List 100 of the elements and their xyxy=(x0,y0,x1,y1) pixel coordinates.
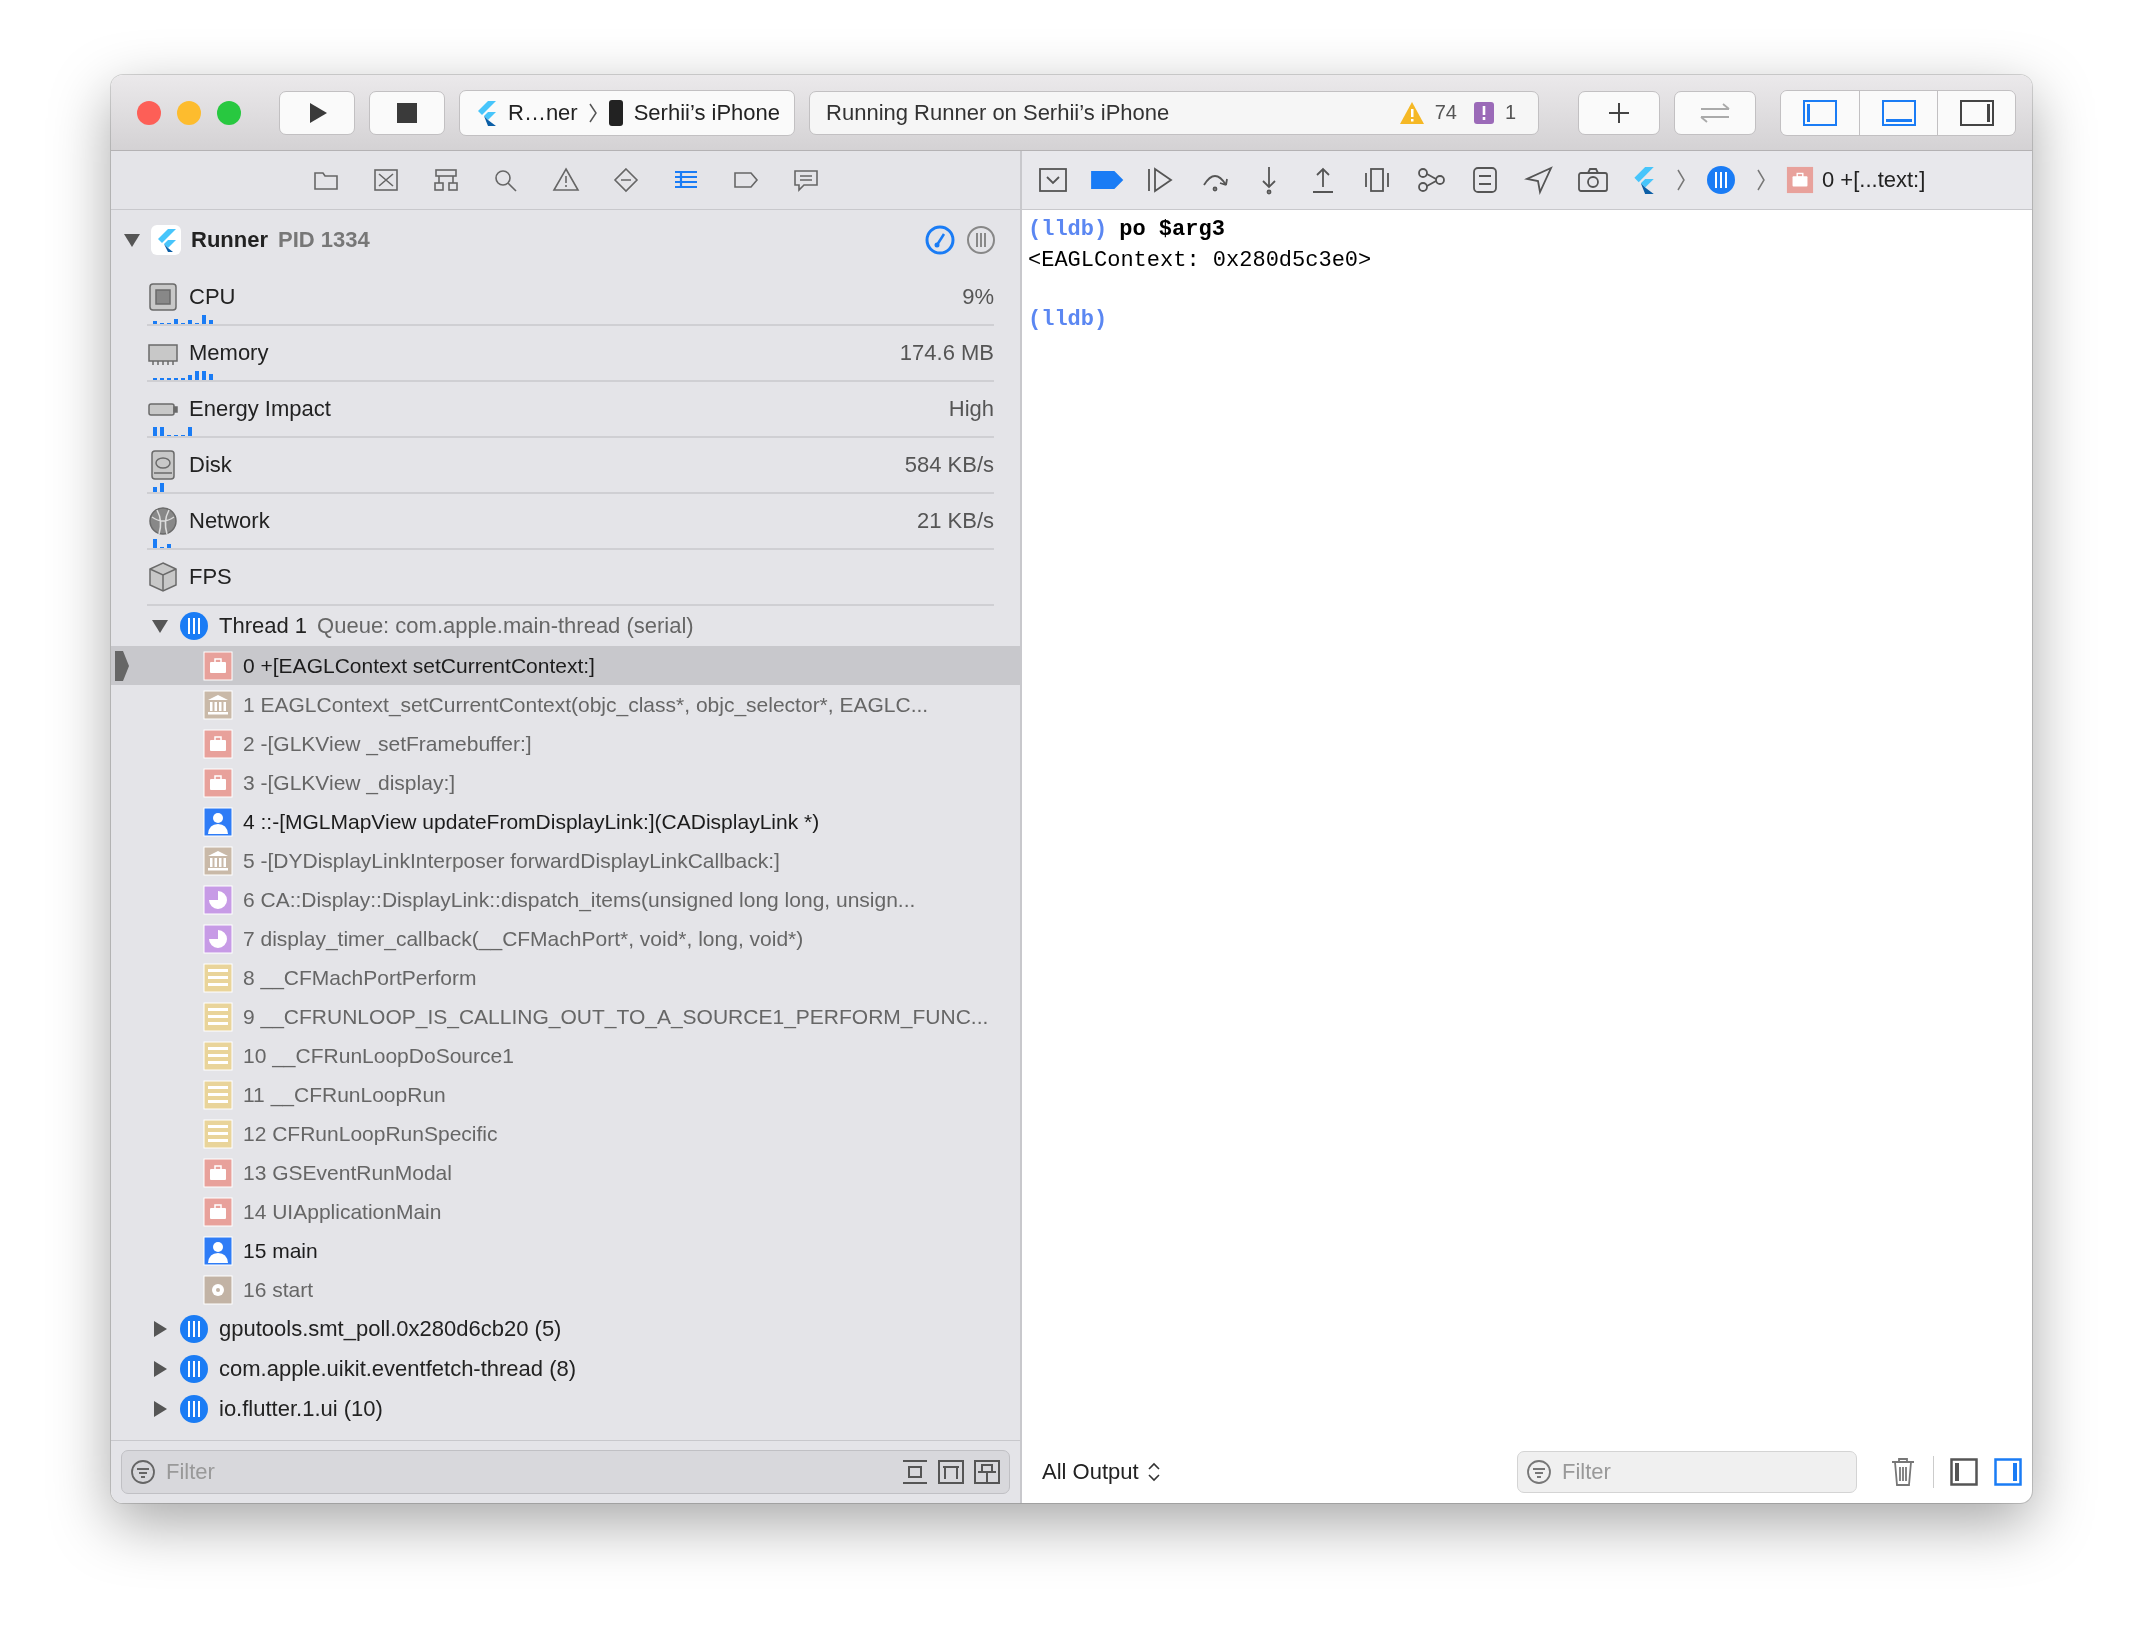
stack-frame-row[interactable]: 6 CA::Display::DisplayLink::dispatch_items(unsigned long long, unsign... xyxy=(111,880,1020,919)
navigator-tab[interactable] xyxy=(791,167,820,193)
gauge-row[interactable]: CPU 9% xyxy=(147,270,994,326)
comment-icon xyxy=(791,167,820,193)
frame-name: 13 GSEventRunModal xyxy=(243,1160,452,1185)
diamond-icon xyxy=(611,167,640,193)
frame-name: 11 __CFRunLoopRun xyxy=(243,1082,446,1107)
thread-icon xyxy=(179,1394,209,1424)
panel-layout-icon xyxy=(1881,99,1916,126)
stack-frame-row[interactable]: 14 UIApplicationMain xyxy=(111,1192,1020,1231)
warning-icon xyxy=(1398,100,1425,125)
gauge-row[interactable]: FPS xyxy=(147,550,994,606)
panel-toggle-button[interactable] xyxy=(1859,90,1937,135)
stack-frame-row[interactable]: 3 -[GLKView _display:] xyxy=(111,763,1020,802)
stack-frame-row[interactable]: 10 __CFRunLoopDoSource1 xyxy=(111,1036,1020,1075)
gauge-value: 9% xyxy=(962,284,994,310)
filter-field[interactable]: Filter xyxy=(121,1450,1010,1494)
output-selector[interactable]: All Output xyxy=(1042,1459,1161,1485)
stack-frame-row[interactable]: 16 start xyxy=(111,1270,1020,1309)
collapsed-triangle-icon[interactable] xyxy=(151,1360,169,1378)
stack-frame-row[interactable]: 11 __CFRunLoopRun xyxy=(111,1075,1020,1114)
hierarchy-filter-icon[interactable] xyxy=(937,1459,965,1485)
pillars-icon xyxy=(203,845,233,876)
gauge-name: Energy Impact xyxy=(189,396,331,422)
filter-input[interactable]: Filter xyxy=(164,1458,893,1486)
stack-frame-row[interactable]: 15 main xyxy=(111,1231,1020,1270)
console-output[interactable]: (lldb) po $arg3 <EAGLContext: 0x280d5c3e0> (lldb) xyxy=(1022,210,2032,1441)
filter-icon xyxy=(1526,1459,1552,1485)
add-button[interactable] xyxy=(1578,90,1660,135)
panel-toggle-button[interactable] xyxy=(1937,90,2015,135)
trash-icon[interactable] xyxy=(1889,1456,1917,1488)
globe-icon xyxy=(147,505,179,537)
location-icon[interactable] xyxy=(1522,165,1556,195)
expanded-triangle-icon[interactable] xyxy=(151,617,169,635)
panel-toggle-button[interactable] xyxy=(1781,90,1859,135)
gauge-row[interactable]: Energy Impact High xyxy=(147,382,994,438)
navigator-tab[interactable] xyxy=(431,167,460,193)
hierarchy-icon xyxy=(431,167,460,193)
gauge-row[interactable]: Memory 174.6 MB xyxy=(147,326,994,382)
frame-filter-icon[interactable] xyxy=(901,1459,929,1485)
frame-name: 12 CFRunLoopRunSpecific xyxy=(243,1121,498,1146)
phone-icon xyxy=(607,98,624,127)
gauge-row[interactable]: Disk 584 KB/s xyxy=(147,438,994,494)
thread-icon xyxy=(179,1314,209,1344)
run-button[interactable] xyxy=(279,90,355,135)
console-layout-toggle[interactable] xyxy=(1994,1458,2022,1486)
warning-count[interactable]: 74 xyxy=(1434,101,1457,124)
stack-frame-row[interactable]: 12 CFRunLoopRunSpecific xyxy=(111,1114,1020,1153)
person-icon xyxy=(203,1235,233,1266)
thread-row[interactable]: io.flutter.1.ui (10) xyxy=(111,1389,1020,1429)
collapsed-triangle-icon[interactable] xyxy=(151,1400,169,1418)
thread-queue: Queue: com.apple.main-thread (serial) xyxy=(317,613,694,639)
camera-icon[interactable] xyxy=(1576,165,1610,195)
frame-name: 6 CA::Display::DisplayLink::dispatch_items(unsigned long long, unsign... xyxy=(243,887,916,912)
debug-area-icon[interactable] xyxy=(1036,165,1070,195)
gauge-icon[interactable] xyxy=(924,224,956,256)
console-layout-toggle[interactable] xyxy=(1950,1458,1978,1486)
console-filter-field[interactable]: Filter xyxy=(1517,1451,1857,1493)
scheme-name: R…ner xyxy=(508,99,578,126)
stop-button[interactable] xyxy=(369,90,445,135)
gauge-row[interactable]: Network 21 KB/s xyxy=(147,494,994,550)
frame-name: 7 display_timer_callback(__CFMachPort*, void*, long, void*) xyxy=(243,926,804,951)
navigator-tab[interactable] xyxy=(551,167,580,193)
pie-icon xyxy=(203,884,233,915)
navigator-tab[interactable] xyxy=(371,167,400,193)
navigator-tab[interactable] xyxy=(611,167,640,193)
warning-icon xyxy=(551,167,580,193)
breadcrumb-frame[interactable]: 0 +[...text:] xyxy=(1822,167,1926,193)
stack-frame-row[interactable]: 7 display_timer_callback(__CFMachPort*, void*, long, void*) xyxy=(111,919,1020,958)
sparkline-drawing xyxy=(153,480,167,492)
stack-frame-row[interactable]: 13 GSEventRunModal xyxy=(111,1153,1020,1192)
stack-frame-row[interactable]: 0 +[EAGLContext setCurrentContext:] xyxy=(111,646,1020,685)
collapsed-triangle-icon[interactable] xyxy=(151,1320,169,1338)
briefcase-icon xyxy=(203,1157,233,1188)
filter-input[interactable]: Filter xyxy=(1560,1458,1848,1486)
bricks-icon xyxy=(203,1118,233,1149)
frame-name: 10 __CFRunLoopDoSource1 xyxy=(243,1043,514,1068)
thread-row[interactable]: gputools.smt_poll.0x280d6cb20 (5) xyxy=(111,1309,1020,1349)
process-id: PID 1334 xyxy=(278,227,370,253)
thread-row[interactable]: com.apple.uikit.eventfetch-thread (8) xyxy=(111,1349,1020,1389)
grid-filter-icon[interactable] xyxy=(973,1459,1001,1485)
stack-frame-row[interactable]: 5 -[DYDisplayLinkInterposer forwardDisplayLinkCallback:] xyxy=(111,841,1020,880)
expanded-triangle-icon[interactable] xyxy=(123,231,141,249)
bricks-icon xyxy=(203,962,233,993)
issue-count[interactable]: 1 xyxy=(1504,101,1517,124)
sparkline-drawing xyxy=(153,536,174,548)
stack-frame-row[interactable]: 4 ::-[MGLMapView updateFromDisplayLink:](CADisplayLink *) xyxy=(111,802,1020,841)
frame-name: 14 UIApplicationMain xyxy=(243,1199,442,1224)
frame-name: 15 main xyxy=(243,1238,318,1263)
thread-icon[interactable] xyxy=(1706,165,1736,195)
scheme-selector[interactable]: R…ner Serhii’s iPhone xyxy=(459,89,796,136)
chevron-icon xyxy=(1756,168,1766,192)
thread-name: gputools.smt_poll.0x280d6cb20 (5) xyxy=(219,1316,562,1342)
threads-icon[interactable] xyxy=(966,225,996,255)
device-name: Serhii’s iPhone xyxy=(633,99,781,126)
stack-frame-row[interactable]: 9 __CFRUNLOOP_IS_CALLING_OUT_TO_A_SOURCE1_PERFORM_FUNC... xyxy=(111,997,1020,1036)
stack-frame-row[interactable]: 8 __CFMachPortPerform xyxy=(111,958,1020,997)
stack-frame-row[interactable]: 1 EAGLContext_setCurrentContext(objc_class*, objc_selector*, EAGLC... xyxy=(111,685,1020,724)
stack-frame-row[interactable]: 2 -[GLKView _setFramebuffer:] xyxy=(111,724,1020,763)
thread-row[interactable]: Thread 1 Queue: com.apple.main-thread (serial) xyxy=(111,606,1020,646)
